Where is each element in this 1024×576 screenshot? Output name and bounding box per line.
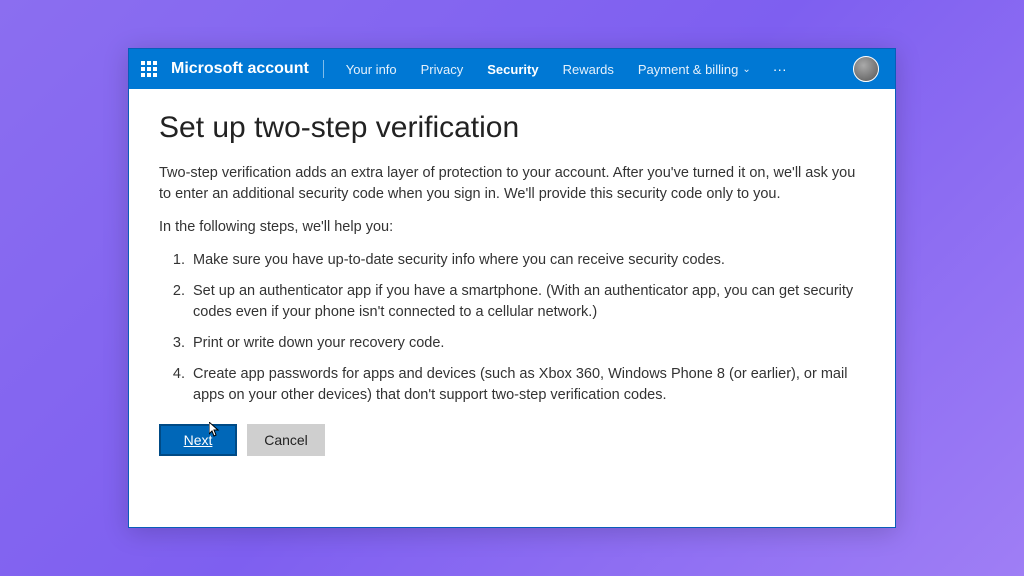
app-launcher-icon[interactable] xyxy=(141,61,157,77)
help-line: In the following steps, we'll help you: xyxy=(159,217,859,238)
account-window: Microsoft account Your info Privacy Secu… xyxy=(128,48,896,528)
step-item: Create app passwords for apps and device… xyxy=(189,364,859,406)
nav-privacy[interactable]: Privacy xyxy=(409,49,476,89)
cursor-icon xyxy=(209,422,221,438)
nav-your-info[interactable]: Your info xyxy=(334,49,409,89)
chevron-down-icon: ⌄ xyxy=(742,64,750,75)
intro-text: Two-step verification adds an extra laye… xyxy=(159,163,859,205)
nav-tabs: Your info Privacy Security Rewards Payme… xyxy=(334,49,797,89)
step-item: Make sure you have up-to-date security i… xyxy=(189,250,859,271)
nav-payment-label: Payment & billing xyxy=(638,62,738,77)
nav-security[interactable]: Security xyxy=(475,49,550,89)
step-item: Set up an authenticator app if you have … xyxy=(189,281,859,323)
nav-payment-billing[interactable]: Payment & billing ⌄ xyxy=(626,49,763,89)
page-title: Set up two-step verification xyxy=(159,111,865,145)
button-row: Next Cancel xyxy=(159,424,865,456)
step-item: Print or write down your recovery code. xyxy=(189,333,859,354)
top-nav-bar: Microsoft account Your info Privacy Secu… xyxy=(129,49,895,89)
user-avatar[interactable] xyxy=(853,56,879,82)
steps-list: Make sure you have up-to-date security i… xyxy=(189,250,865,406)
page-content: Set up two-step verification Two-step ve… xyxy=(129,89,895,474)
cancel-button[interactable]: Cancel xyxy=(247,424,325,456)
brand-label[interactable]: Microsoft account xyxy=(171,60,324,78)
nav-rewards[interactable]: Rewards xyxy=(551,49,626,89)
nav-more-icon[interactable]: ··· xyxy=(763,61,797,77)
next-button[interactable]: Next xyxy=(159,424,237,456)
